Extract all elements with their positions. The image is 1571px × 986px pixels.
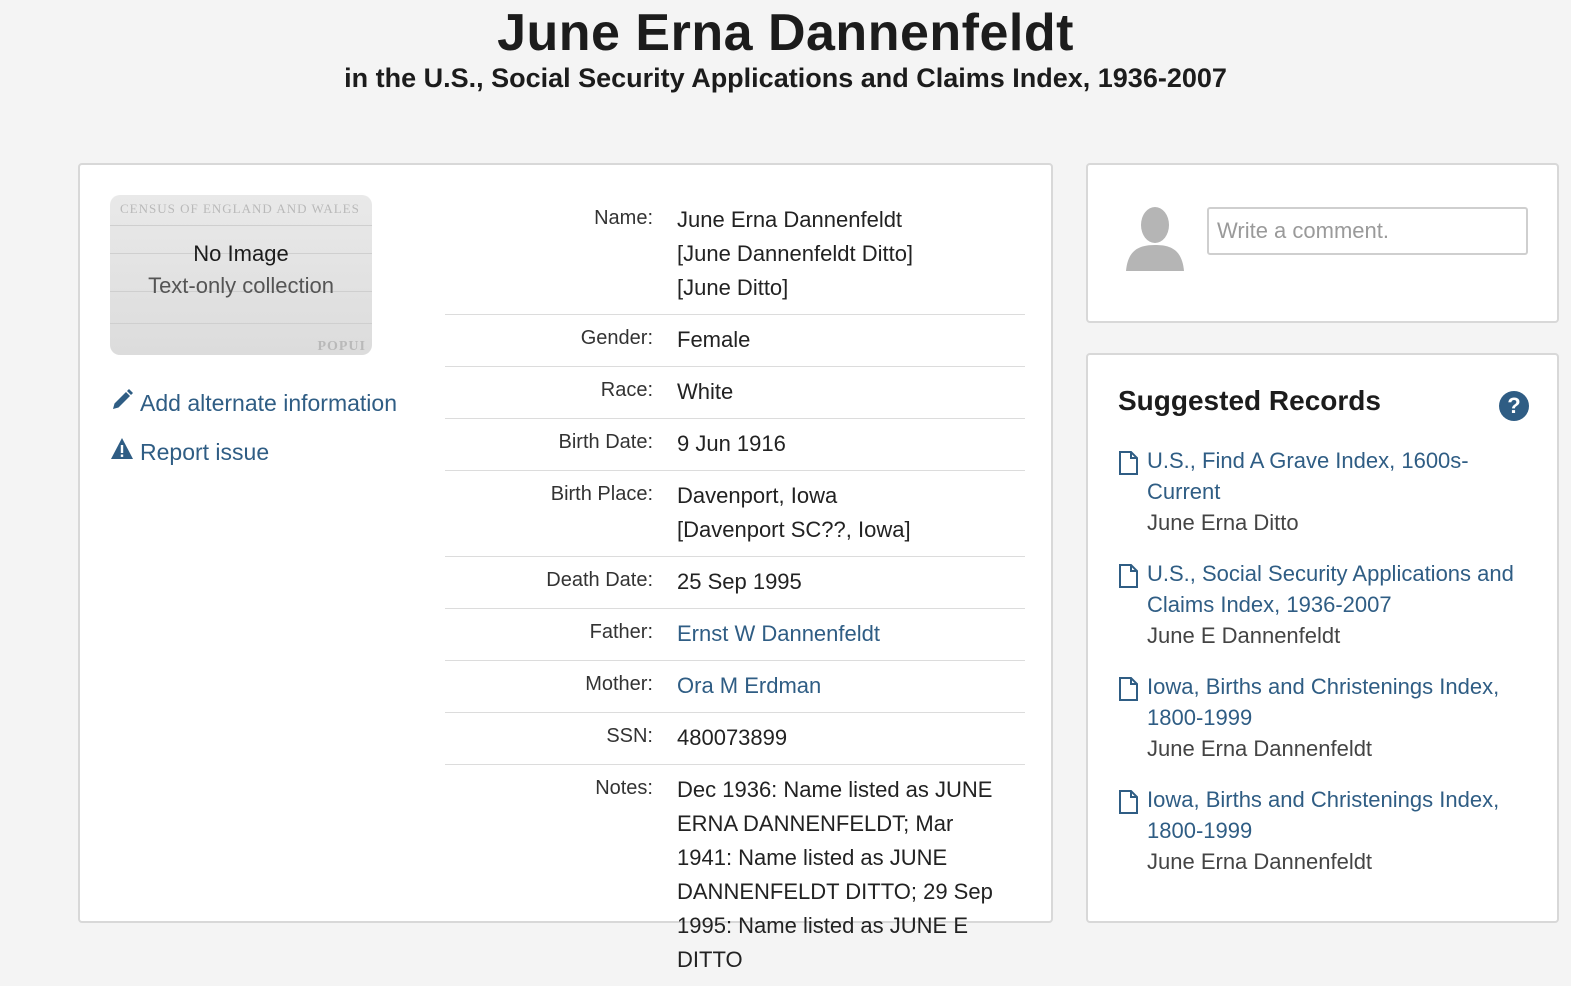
fact-value-line: White [677,379,734,404]
suggested-record-person: June E Dannenfeldt [1147,623,1341,648]
fact-value-line[interactable]: Ora M Erdman [677,669,821,703]
add-alternate-info-link[interactable]: Add alternate information [110,388,397,418]
record-card: CENSUS OF ENGLAND AND WALES POPUI No Ima… [78,163,1053,972]
fact-row: Death Date: 25 Sep 1995 [445,557,1025,609]
fact-row: Notes: Dec 1936: Name listed as JUNE ERNA… [445,765,1025,986]
page-subtitle: in the U.S., Social Security Application… [344,63,1227,93]
fact-value-line: [June Ditto] [677,275,789,300]
fact-label: Father: [589,621,653,643]
suggested-record-link[interactable]: U.S., Social Security Applications and C… [1147,558,1538,620]
suggested-record-person: June Erna Dannenfeldt [1147,849,1373,874]
suggested-record-item: U.S., Find A Grave Index, 1600s-Current J… [1118,445,1538,539]
no-image-label: No Image [193,241,289,266]
pencil-icon [110,388,140,418]
fact-label: Name: [594,207,653,229]
fact-value-line: June Erna Dannenfeldt [677,207,903,232]
thumbnail-background-text-2: POPUI [317,339,366,354]
suggested-record-item: Iowa, Births and Christenings Index, 180… [1118,784,1538,878]
suggested-record-text: Iowa, Births and Christenings Index, 180… [1147,784,1538,878]
fact-value: Female [677,323,750,357]
suggested-record-person: June Erna Dannenfeldt [1147,736,1373,761]
document-icon [1118,451,1139,539]
fact-value[interactable]: Ora M Erdman [677,669,821,703]
fact-row: Mother: Ora M Erdman [445,661,1025,713]
fact-label: Birth Date: [558,431,653,453]
suggested-record-item: Iowa, Births and Christenings Index, 180… [1118,671,1538,765]
suggested-record-item: U.S., Social Security Applications and C… [1118,558,1538,652]
fact-value: 480073899 [677,721,787,755]
fact-label: Notes: [595,777,653,799]
suggested-records-list: U.S., Find A Grave Index, 1600s-Current J… [1118,445,1538,897]
suggested-record-link[interactable]: Iowa, Births and Christenings Index, 180… [1147,784,1538,846]
fact-value-line: 9 Jun 1916 [677,431,786,456]
fact-value-line: 480073899 [677,725,788,750]
fact-value-line: Davenport, Iowa [677,483,838,508]
fact-value: 9 Jun 1916 [677,427,786,461]
add-alternate-info-label: Add alternate information [140,389,397,416]
fact-value: 25 Sep 1995 [677,565,802,599]
suggested-record-text: Iowa, Births and Christenings Index, 180… [1147,671,1538,765]
fact-row: Name: June Erna Dannenfeldt [June Dannenfe… [445,195,1025,315]
report-issue-link[interactable]: Report issue [110,437,269,467]
fact-label: Death Date: [546,569,653,591]
fact-row: Birth Place: Davenport, Iowa [Davenport SC… [445,471,1025,557]
fact-value-line: Dec 1936: Name listed as JUNE ERNA DANNE… [677,777,993,972]
fact-value-line: [June Dannenfeldt Ditto] [677,241,914,266]
fact-value: Dec 1936: Name listed as JUNE ERNA DANNE… [677,773,1007,977]
fact-row: Gender: Female [445,315,1025,367]
fact-value: June Erna Dannenfeldt [June Dannenfeldt D… [677,203,913,305]
suggested-record-text: U.S., Social Security Applications and C… [1147,558,1538,652]
record-facts-table: Name: June Erna Dannenfeldt [June Dannenfe… [445,195,1025,986]
fact-label: Mother: [585,673,653,695]
warning-icon [110,437,140,467]
record-image-placeholder: CENSUS OF ENGLAND AND WALES POPUI No Ima… [110,195,372,355]
suggested-record-text: U.S., Find A Grave Index, 1600s-Current J… [1147,445,1538,539]
suggested-records-title: Suggested Records [1118,385,1381,416]
suggested-record-link[interactable]: U.S., Find A Grave Index, 1600s-Current [1147,445,1538,507]
fact-label: SSN: [606,725,653,747]
page-title: June Erna Dannenfeldt [497,4,1074,62]
thumbnail-background-text: CENSUS OF ENGLAND AND WALES [120,201,360,216]
fact-label: Birth Place: [550,483,653,505]
suggested-record-person: June Erna Ditto [1147,510,1299,535]
fact-value-line: Female [677,327,751,352]
fact-value-line: 25 Sep 1995 [677,569,802,594]
fact-row: Race: White [445,367,1025,419]
text-only-collection-label: Text-only collection [148,273,334,298]
document-icon [1118,677,1139,765]
fact-row: Birth Date: 9 Jun 1916 [445,419,1025,471]
report-issue-label: Report issue [140,438,270,465]
document-icon [1118,564,1139,652]
fact-value: White [677,375,733,409]
avatar-icon [1126,205,1184,276]
comment-input[interactable] [1207,207,1528,255]
fact-value[interactable]: Ernst W Dannenfeldt [677,617,880,651]
help-icon[interactable]: ? [1499,391,1529,421]
suggested-record-link[interactable]: Iowa, Births and Christenings Index, 180… [1147,671,1538,733]
fact-value-line[interactable]: Ernst W Dannenfeldt [677,617,880,651]
fact-row: SSN: 480073899 [445,713,1025,765]
fact-value: Davenport, Iowa [Davenport SC??, Iowa] [677,479,911,547]
suggested-records-card: Suggested Records ? U.S., Find A Grave I… [1086,353,1559,923]
page-header: June Erna Dannenfeldt in the U.S., Socia… [0,0,1571,94]
fact-row: Father: Ernst W Dannenfeldt [445,609,1025,661]
fact-value-line: [Davenport SC??, Iowa] [677,517,911,542]
fact-label: Gender: [580,327,653,349]
document-icon [1118,790,1139,878]
comment-card [1086,163,1559,323]
fact-label: Race: [600,379,653,401]
